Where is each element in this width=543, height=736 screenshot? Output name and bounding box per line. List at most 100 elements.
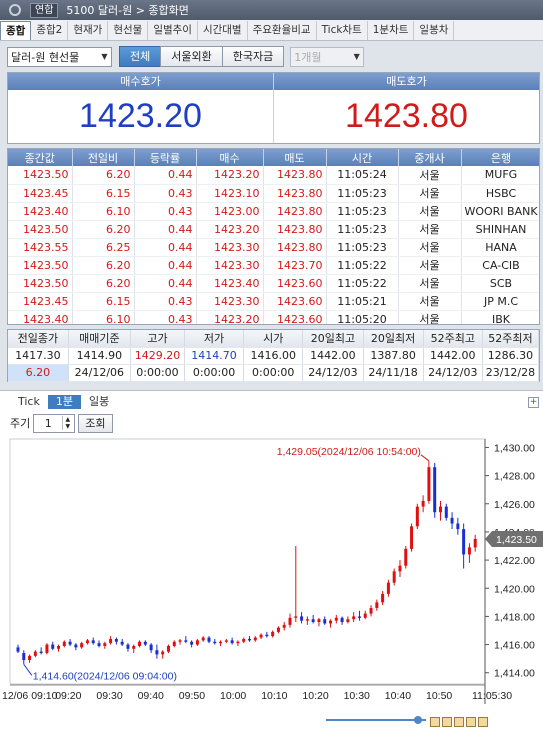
candle-body [166, 645, 170, 652]
candle-body [444, 506, 448, 518]
expand-icon[interactable]: + [528, 396, 539, 408]
tab-item[interactable]: 종합2 [31, 21, 69, 40]
save-icon[interactable] [478, 717, 488, 727]
trade-column-header[interactable]: 매수 [196, 149, 264, 166]
chart-tab-daily[interactable]: 일봉 [81, 395, 117, 409]
table-cell: 6.20 [72, 166, 135, 185]
table-cell: 서울 [398, 292, 462, 311]
price-chart[interactable]: 1,430.001,428.001,426.001,424.001,422.00… [0, 434, 543, 719]
candle-body [207, 637, 211, 642]
tab-item[interactable]: 종합 [0, 21, 32, 40]
table-row[interactable]: 1423.50 6.20 0.44 1423.20 1423.80 11:05:23 서울 S… [8, 220, 539, 239]
low-annotation: 1,414.60(2024/12/06 09:04:00) [33, 670, 177, 682]
table-cell: 1423.50 [8, 166, 73, 185]
period-select[interactable]: 1개월 ▼ [290, 46, 365, 67]
table-cell: 서울 [398, 238, 462, 257]
tab-item[interactable]: 일봉차 [414, 21, 455, 40]
query-button[interactable]: 조회 [78, 413, 113, 433]
x-tick-label: 12/06 09:10 [2, 690, 58, 702]
table-cell: HANA [461, 238, 539, 257]
chevron-down-icon: ▼ [101, 52, 108, 61]
tab-item[interactable]: 일별추이 [148, 21, 198, 40]
candle-body [323, 619, 327, 624]
summary-cell: 0:00:00 [243, 364, 304, 382]
summary-cell: 1429.20 [130, 347, 185, 365]
tab-item[interactable]: Tick차트 [317, 21, 368, 40]
settings-icon[interactable] [454, 717, 464, 727]
zoom-out-icon[interactable] [442, 717, 452, 727]
candle-body [219, 641, 223, 644]
scroll-knob[interactable] [414, 716, 422, 724]
x-tick-label: 09:20 [55, 690, 81, 702]
table-cell: 1423.45 [8, 184, 73, 203]
chart-tab-tick[interactable]: Tick [10, 395, 48, 409]
table-cell: 0.44 [134, 256, 197, 275]
summary-cell: 24/12/03 [423, 364, 483, 382]
trade-column-header[interactable]: 매도 [263, 149, 327, 166]
print-icon[interactable] [466, 717, 476, 727]
table-row[interactable]: 1423.45 6.15 0.43 1423.10 1423.80 11:05:23 서울 H… [8, 184, 539, 203]
table-cell: 0.43 [134, 184, 197, 203]
table-cell: 1423.30 [196, 292, 264, 311]
candle-body [352, 616, 356, 620]
candle-body [109, 638, 113, 644]
candle-body [242, 638, 246, 642]
summary-cell: 1414.90 [68, 347, 131, 365]
tab-item[interactable]: 현선물 [108, 21, 149, 40]
candle-body [415, 506, 419, 527]
table-cell: 0.43 [134, 292, 197, 311]
instrument-select[interactable]: 달러-원 현선물 ▼ [7, 46, 112, 67]
table-row[interactable]: 1423.40 6.10 0.43 1423.20 1423.60 11:05:20 서울 I… [8, 310, 539, 324]
table-cell: 1423.80 [263, 166, 327, 185]
candle-body [282, 624, 286, 628]
tab-item[interactable]: 현재가 [68, 21, 109, 40]
table-cell: 1423.60 [263, 310, 327, 324]
table-cell: 11:05:20 [326, 310, 399, 324]
table-cell: 1423.40 [196, 274, 264, 293]
zoom-in-icon[interactable] [430, 717, 440, 727]
y-tick-label: 1,426.00 [494, 499, 535, 511]
market-segment-group: 전체 서울외환 한국자금 [119, 46, 285, 67]
trade-table[interactable]: 종간값 전일비 등락률 매수 매도 시간 중개사 은행 1423.50 6.20 0.44 1423… [7, 148, 540, 325]
table-row[interactable]: 1423.50 6.20 0.44 1423.40 1423.60 11:05:22 서울 S… [8, 274, 539, 293]
tab-item[interactable]: 1분차트 [368, 21, 415, 40]
table-cell: 1423.80 [263, 238, 327, 257]
summary-row: 6.20 24/12/06 0:00:00 0:00:00 0:00:00 24/12/0… [8, 364, 540, 382]
table-cell: 1423.20 [196, 310, 264, 324]
trade-column-header[interactable]: 은행 [461, 149, 539, 166]
table-row[interactable]: 1423.50 6.20 0.44 1423.30 1423.70 11:05:22 서울 C… [8, 256, 539, 275]
chart-scrollbar[interactable] [326, 716, 426, 729]
candle-body [195, 640, 199, 645]
table-row[interactable]: 1423.45 6.15 0.43 1423.30 1423.60 11:05:21 서울 J… [8, 292, 539, 311]
candle-body [305, 619, 309, 621]
trade-column-header[interactable]: 시간 [326, 149, 399, 166]
summary-cell: 52주최저 [482, 330, 540, 348]
summary-cell: 1442.00 [302, 347, 364, 365]
x-tick-label: 10:10 [261, 690, 287, 702]
chevron-down-icon: ▼ [353, 52, 360, 61]
candle-body [178, 640, 182, 642]
candle-body [126, 644, 130, 649]
title-bar: 연합 5100 달러-원 > 종합화면 [0, 0, 543, 20]
segment-seoul-fx-button[interactable]: 서울외환 [160, 46, 223, 67]
summary-cell: 20일최저 [363, 330, 424, 348]
tab-item[interactable]: 주요환율비교 [248, 21, 317, 40]
table-row[interactable]: 1423.55 6.25 0.44 1423.30 1423.80 11:05:23 서울 H… [8, 238, 539, 257]
summary-cell: 시가 [243, 330, 304, 348]
segment-all-button[interactable]: 전체 [119, 46, 162, 67]
trade-column-header[interactable]: 등락률 [134, 149, 197, 166]
candle-body [369, 607, 373, 614]
tab-item[interactable]: 시간대별 [198, 21, 248, 40]
spin-arrows-icon[interactable]: ▲ ▼ [62, 416, 72, 430]
trade-column-header[interactable]: 종간값 [8, 149, 73, 166]
period-stepper[interactable]: 1 ▲ ▼ [33, 413, 76, 433]
trade-column-header[interactable]: 중개사 [398, 149, 462, 166]
table-row[interactable]: 1423.40 6.10 0.43 1423.00 1423.80 11:05:23 서울 W… [8, 202, 539, 221]
table-cell: 0.43 [134, 202, 197, 221]
table-row[interactable]: 1423.50 6.20 0.44 1423.20 1423.80 11:05:24 서울 M… [8, 166, 539, 185]
segment-korea-money-button[interactable]: 한국자금 [221, 46, 285, 67]
table-cell: 6.10 [72, 310, 135, 324]
candle-body [300, 616, 304, 621]
trade-column-header[interactable]: 전일비 [72, 149, 135, 166]
chart-tab-1min[interactable]: 1분 [47, 395, 81, 409]
